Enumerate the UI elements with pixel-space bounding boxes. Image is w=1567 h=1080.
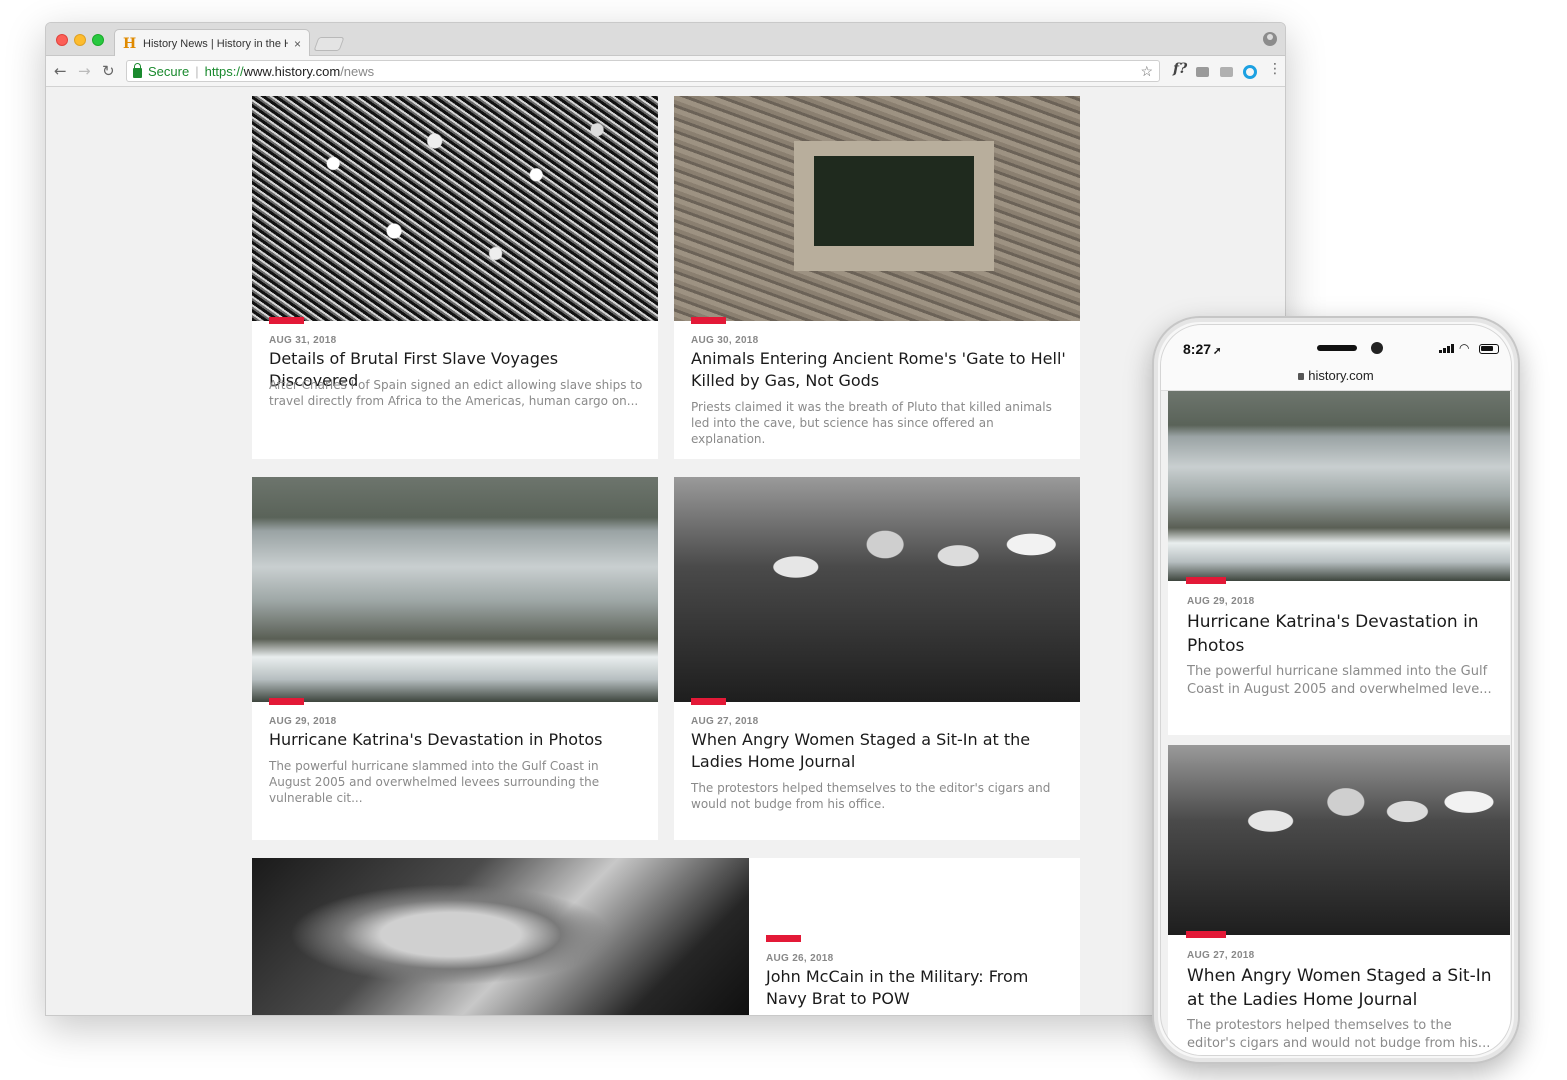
url-separator: | [195,63,199,79]
article-image [252,858,749,1015]
phone-mockup: 8:27 ➚ ◠ history.com AUG 29, 2018 Hurrica… [1152,316,1520,1064]
phone-article-card[interactable]: AUG 27, 2018 When Angry Women Staged a S… [1168,745,1510,1055]
extension-fx-icon[interactable]: f? [1173,61,1187,77]
article-date: AUG 26, 2018 [766,953,834,964]
accent-bar [766,935,801,942]
article-description: After Charles I of Spain signed an edict… [269,378,643,408]
lock-icon [133,63,142,78]
phone-article-card[interactable]: AUG 29, 2018 Hurricane Katrina's Devasta… [1168,391,1510,735]
page-viewport: AUG 31, 2018 Details of Brutal First Sla… [46,88,1285,1015]
close-window-button[interactable] [56,34,68,46]
article-description: The powerful hurricane slammed into the … [269,759,600,805]
tab-history-news[interactable]: H History News | History in the H × [114,29,310,57]
bookmark-star-icon[interactable]: ☆ [1140,63,1153,80]
phone-screen: 8:27 ➚ ◠ history.com AUG 29, 2018 Hurrica… [1160,324,1512,1056]
forward-arrow-icon[interactable]: → [78,62,91,80]
article-title[interactable]: When Angry Women Staged a Sit-In at the … [691,729,1066,773]
article-image [674,477,1080,702]
minimize-window-button[interactable] [74,34,86,46]
article-date: AUG 27, 2018 [691,716,759,727]
url-scheme: https:// [204,63,244,79]
article-description: The powerful hurricane slammed into the … [1187,664,1492,697]
article-date: AUG 29, 2018 [269,716,337,727]
article-card[interactable]: AUG 30, 2018 Animals Entering Ancient Ro… [674,96,1080,459]
article-card[interactable]: AUG 29, 2018 Hurricane Katrina's Devasta… [252,477,658,840]
article-image [674,96,1080,321]
url-host: www.history.com [243,63,341,79]
article-description: The protestors helped themselves to the … [1187,1018,1491,1051]
article-date: AUG 27, 2018 [1187,950,1255,961]
circle-extension-icon[interactable] [1243,65,1257,79]
speaker-notch [1317,345,1357,351]
article-image [1168,745,1510,935]
phone-url: history.com [1308,368,1374,383]
article-card[interactable]: AUG 27, 2018 When Angry Women Staged a S… [674,477,1080,840]
url-path: /news [340,63,375,79]
article-title[interactable]: Hurricane Katrina's Devastation in Photo… [269,729,644,751]
tab-close-icon[interactable]: × [294,37,301,51]
secure-label: Secure [148,63,190,79]
accent-bar [269,698,304,705]
tab-strip: H History News | History in the H × [46,23,1285,57]
phone-status-bar: 8:27 ➚ ◠ [1161,325,1511,367]
camera-extension-icon[interactable] [1196,67,1209,77]
article-description: The protestors helped themselves to the … [691,781,1051,811]
browser-toolbar: ← → ↻ Secure | https://www.history.com/n… [46,56,1285,87]
status-time-text: 8:27 [1183,341,1212,357]
history-favicon-icon: H [123,35,137,52]
article-title[interactable]: Animals Entering Ancient Rome's 'Gate to… [691,348,1066,392]
browser-window: H History News | History in the H × ← → … [45,22,1286,1016]
battery-icon [1479,344,1499,354]
featured-article-card[interactable]: AUG 26, 2018 John McCain in the Military… [252,858,1080,1015]
maximize-window-button[interactable] [92,34,104,46]
article-image [252,96,658,321]
back-arrow-icon[interactable]: ← [54,62,67,80]
article-date: AUG 30, 2018 [691,335,759,346]
article-image [252,477,658,702]
article-image [1168,391,1510,581]
accent-bar [1186,931,1226,938]
wifi-icon: ◠ [1459,341,1470,355]
reload-icon[interactable]: ↻ [102,62,115,80]
chat-extension-icon[interactable] [1220,67,1233,77]
address-bar[interactable]: Secure | https://www.history.com/news ☆ [126,60,1160,82]
article-description: Priests claimed it was the breath of Plu… [691,400,1052,446]
article-title[interactable]: When Angry Women Staged a Sit-In at the … [1187,964,1496,1012]
accent-bar [1186,577,1226,584]
tab-title: History News | History in the H [143,37,288,50]
article-date: AUG 29, 2018 [1187,596,1255,607]
accent-bar [691,698,726,705]
phone-url-bar[interactable]: history.com [1161,367,1511,391]
article-title[interactable]: John McCain in the Military: From Navy B… [766,966,1066,1010]
article-title[interactable]: Hurricane Katrina's Devastation in Photo… [1187,610,1496,658]
new-tab-button[interactable] [313,37,345,51]
lock-icon [1298,373,1305,380]
status-time: 8:27 ➚ [1183,341,1221,357]
accent-bar [269,317,304,324]
profile-icon[interactable] [1263,32,1277,46]
cellular-signal-icon [1439,344,1454,353]
article-date: AUG 31, 2018 [269,335,337,346]
front-camera [1371,342,1383,354]
article-card[interactable]: AUG 31, 2018 Details of Brutal First Sla… [252,96,658,459]
more-menu-icon[interactable]: ⋮ [1268,61,1282,77]
accent-bar [691,317,726,324]
location-arrow-icon: ➚ [1213,346,1222,357]
